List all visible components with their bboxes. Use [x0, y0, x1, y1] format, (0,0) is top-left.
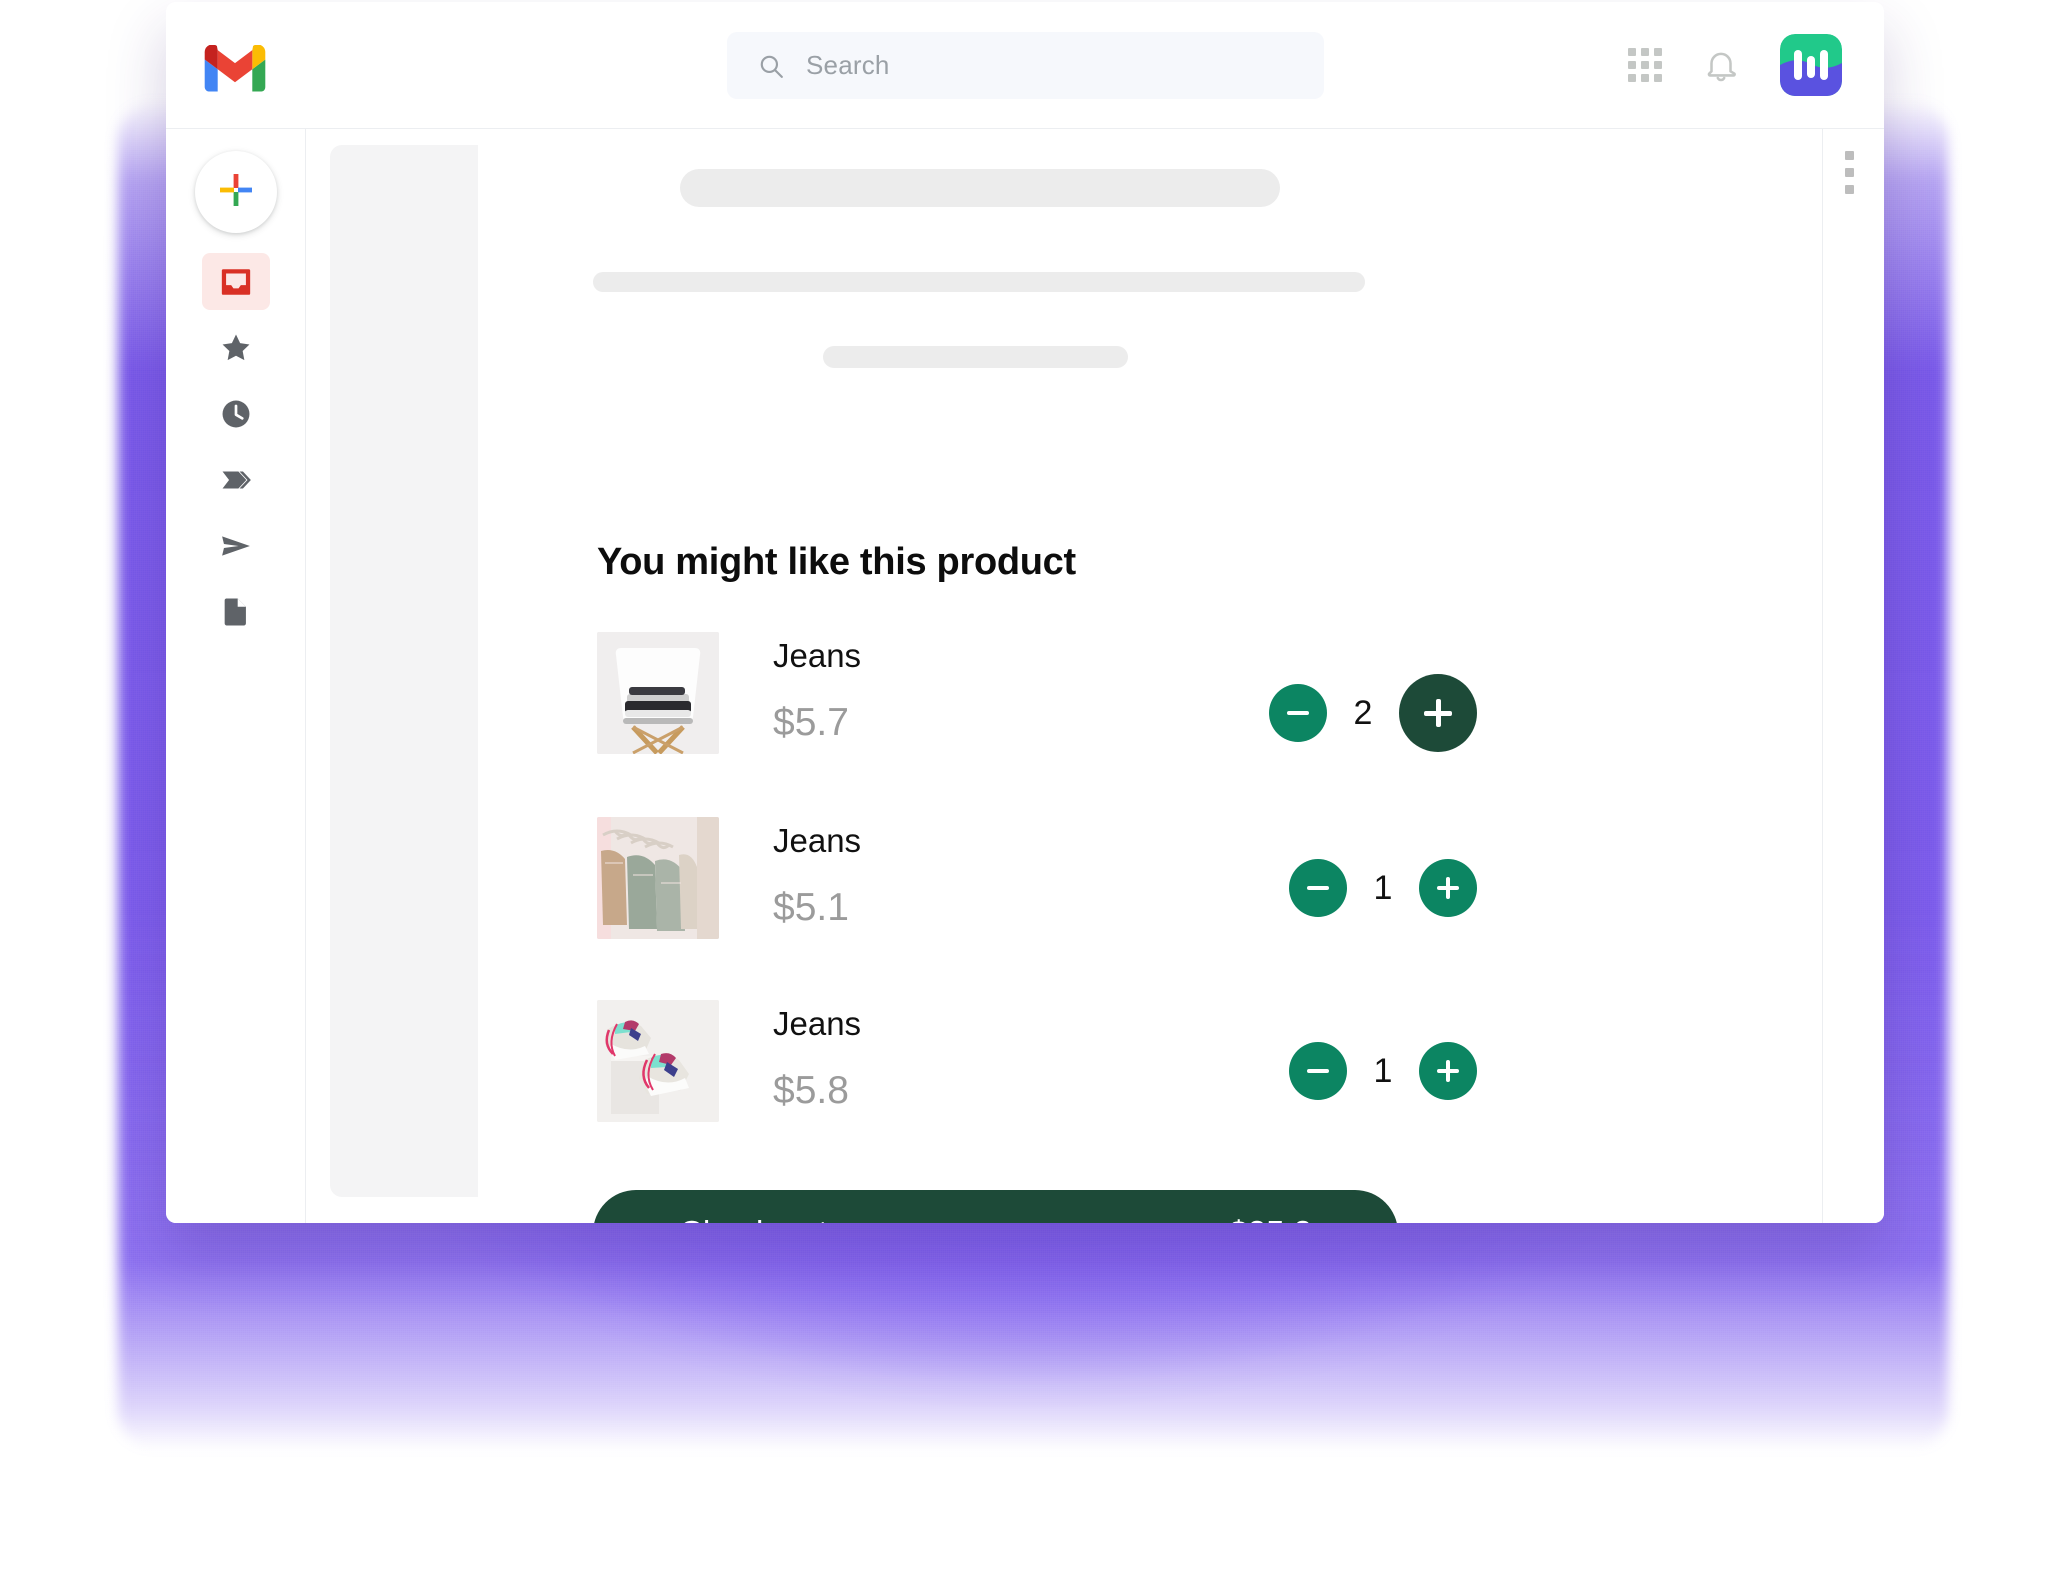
increment-button[interactable]	[1419, 1042, 1477, 1100]
gmail-logo	[204, 44, 266, 92]
product-price: $5.1	[773, 886, 849, 930]
product-name: Jeans	[773, 1005, 862, 1042]
product-image-clothes-on-hangers	[597, 817, 719, 939]
app-window: Search You might like this product Jeans…	[166, 2, 1884, 1223]
sidebar-item-sent[interactable]	[202, 517, 270, 574]
sidebar-item-snoozed[interactable]	[202, 385, 270, 442]
product-image-folded-clothes-on-chair	[597, 632, 719, 754]
sidebar	[166, 129, 306, 1223]
checkout-total: $25.3	[1229, 1214, 1312, 1223]
quantity-stepper: 2	[1269, 674, 1477, 752]
sidebar-item-drafts[interactable]	[202, 583, 270, 640]
skeleton-line-3	[823, 346, 1128, 368]
brand-logo[interactable]	[1780, 34, 1842, 96]
product-price: $5.7	[773, 701, 849, 745]
quantity-value: 2	[1353, 693, 1373, 732]
minus-icon	[1307, 1069, 1329, 1073]
increment-button[interactable]	[1419, 859, 1477, 917]
product-name: Jeans	[773, 822, 862, 859]
increment-button[interactable]	[1399, 674, 1477, 752]
main-content: You might like this product Jeans $5.7 2…	[306, 129, 1884, 1223]
product-info: Jeans $5.7	[773, 632, 1269, 745]
compose-button[interactable]	[194, 151, 277, 233]
skeleton-line-2	[593, 272, 1365, 292]
minus-icon	[1287, 711, 1309, 715]
product-image-sneakers-on-pedestal	[597, 1000, 719, 1122]
checkout-button[interactable]: Check out $25.3	[593, 1190, 1398, 1223]
more-options-handle[interactable]	[1845, 151, 1859, 194]
bell-icon[interactable]	[1702, 46, 1740, 84]
quantity-stepper: 1	[1289, 1042, 1477, 1100]
quantity-stepper: 1	[1289, 859, 1477, 917]
quantity-value: 1	[1373, 1051, 1393, 1090]
search-input[interactable]: Search	[727, 32, 1324, 99]
sidebar-item-inbox[interactable]	[201, 253, 270, 310]
product-info: Jeans $5.8	[773, 1000, 1289, 1113]
plus-icon	[1424, 699, 1452, 727]
sidebar-item-starred[interactable]	[202, 319, 270, 376]
section-title: You might like this product	[597, 541, 1076, 583]
decrement-button[interactable]	[1289, 859, 1347, 917]
message-card: You might like this product Jeans $5.7 2…	[330, 145, 1570, 1223]
message-body: You might like this product Jeans $5.7 2…	[478, 145, 1570, 1223]
quantity-value: 1	[1373, 868, 1393, 907]
plus-icon	[219, 173, 253, 212]
product-row: Jeans $5.8 1	[597, 1000, 1477, 1140]
decrement-button[interactable]	[1269, 684, 1327, 742]
product-row: Jeans $5.1 1	[597, 817, 1477, 957]
header-actions	[1628, 34, 1842, 96]
product-row: Jeans $5.7 2	[597, 632, 1477, 772]
document-icon	[219, 595, 253, 629]
product-price: $5.8	[773, 1069, 849, 1113]
label-icon	[219, 463, 253, 497]
checkout-label: Check out	[679, 1214, 828, 1223]
sidebar-item-important[interactable]	[202, 451, 270, 508]
app-header: Search	[166, 2, 1884, 129]
plus-icon	[1437, 877, 1459, 899]
search-icon	[758, 53, 784, 79]
product-name: Jeans	[773, 637, 862, 674]
star-icon	[219, 331, 253, 365]
app-body: You might like this product Jeans $5.7 2…	[166, 129, 1884, 1223]
search-placeholder: Search	[806, 50, 890, 80]
plus-icon	[1437, 1060, 1459, 1082]
decrement-button[interactable]	[1289, 1042, 1347, 1100]
product-info: Jeans $5.1	[773, 817, 1289, 930]
inbox-icon	[219, 265, 253, 299]
right-gutter	[1822, 129, 1884, 1223]
apps-grid-icon[interactable]	[1628, 48, 1662, 82]
send-icon	[219, 529, 253, 563]
minus-icon	[1307, 886, 1329, 890]
clock-icon	[219, 397, 253, 431]
skeleton-line-1	[680, 169, 1280, 207]
